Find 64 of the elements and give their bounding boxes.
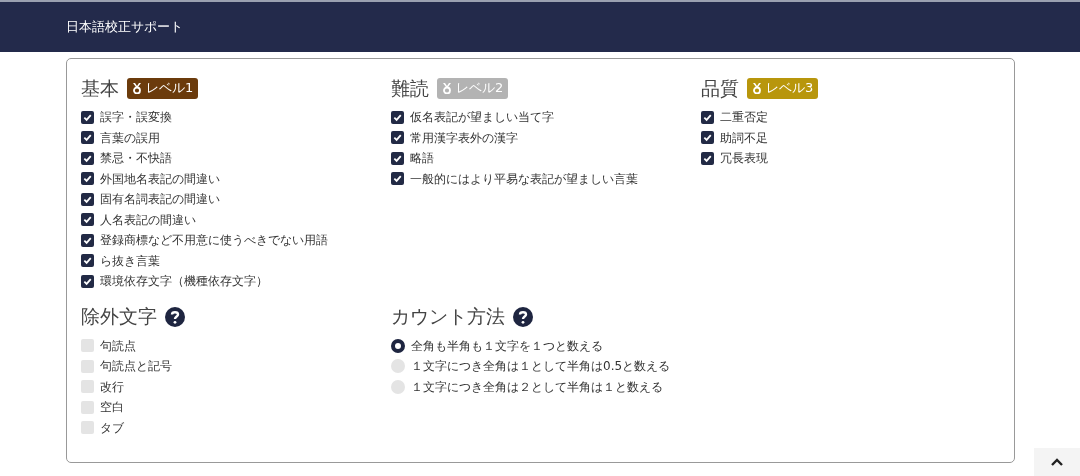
level-badge: レベル3 [747,77,819,99]
checkbox[interactable] [391,172,404,186]
medal-icon [442,82,452,94]
checkbox-item[interactable]: タブ [81,417,391,438]
scroll-top-button[interactable] [1034,448,1080,476]
checkbox-item[interactable]: 一般的にはより平易な表記が望ましい言葉 [391,168,701,189]
checkbox[interactable] [81,192,94,206]
checkbox-item[interactable]: 冗長表現 [701,148,1001,169]
section-title: カウント方法 [391,304,505,330]
checkbox-item[interactable]: ら抜き言葉 [81,250,391,271]
checkbox[interactable] [81,339,94,353]
checkbox[interactable] [81,400,94,414]
checkbox-item[interactable]: 句読点と記号 [81,356,391,377]
checkbox[interactable] [81,421,94,435]
checkbox-item[interactable]: 空白 [81,397,391,418]
section-title: 基本 [81,75,119,101]
checkbox-item[interactable]: 環境依存文字（機種依存文字） [81,271,391,292]
checkbox[interactable] [81,213,94,227]
checkbox[interactable] [81,131,94,145]
section-title: 除外文字 [81,304,157,330]
checkbox-item[interactable]: 人名表記の間違い [81,209,391,230]
app-title: 日本語校正サポート [66,18,183,37]
checkbox[interactable] [81,380,94,394]
help-icon[interactable] [513,306,533,327]
checkbox-item[interactable]: 仮名表記が望ましい当て字 [391,107,701,128]
section-title: 難読 [391,75,429,101]
checkbox-item[interactable]: 略語 [391,148,701,169]
checkbox[interactable] [81,254,94,268]
section-title: 品質 [701,75,739,101]
checkbox-item[interactable]: 常用漢字表外の漢字 [391,127,701,148]
checkbox-item[interactable]: 外国地名表記の間違い [81,168,391,189]
checkbox[interactable] [391,131,404,145]
checkbox-item[interactable]: 言葉の誤用 [81,127,391,148]
radio-option[interactable]: １文字につき全角は２として半角は１と数える [391,376,791,397]
checkbox[interactable] [81,274,94,288]
checkbox-item[interactable]: 助詞不足 [701,127,1001,148]
radio-button[interactable] [391,338,405,353]
medal-icon [752,82,762,94]
checkbox[interactable] [701,131,714,145]
checkbox-item[interactable]: 固有名詞表記の間違い [81,189,391,210]
radio-option[interactable]: 全角も半角も１文字を１つと数える [391,335,791,356]
checkbox-item[interactable]: 禁忌・不快語 [81,148,391,169]
checkbox[interactable] [81,151,94,165]
help-icon[interactable] [165,306,185,327]
medal-icon [132,82,142,94]
checkbox[interactable] [391,151,404,165]
checkbox-item[interactable]: 改行 [81,376,391,397]
checkbox-item[interactable]: 登録商標など不用意に使うべきでない用語 [81,230,391,251]
checkbox[interactable] [81,172,94,186]
chevron-up-icon [1051,458,1063,466]
checkbox-item[interactable]: 句読点 [81,335,391,356]
radio-button[interactable] [391,359,405,374]
checkbox[interactable] [81,359,94,373]
level-badge: レベル1 [127,77,199,99]
checkbox-item[interactable]: 二重否定 [701,107,1001,128]
checkbox[interactable] [81,110,94,124]
checkbox[interactable] [81,233,94,247]
level-badge: レベル2 [437,77,509,99]
checkbox[interactable] [701,110,714,124]
checkbox[interactable] [701,151,714,165]
checkbox[interactable] [391,110,404,124]
checkbox-item[interactable]: 誤字・誤変換 [81,107,391,128]
radio-button[interactable] [391,379,405,394]
radio-option[interactable]: １文字につき全角は１として半角は0.5と数える [391,356,791,377]
